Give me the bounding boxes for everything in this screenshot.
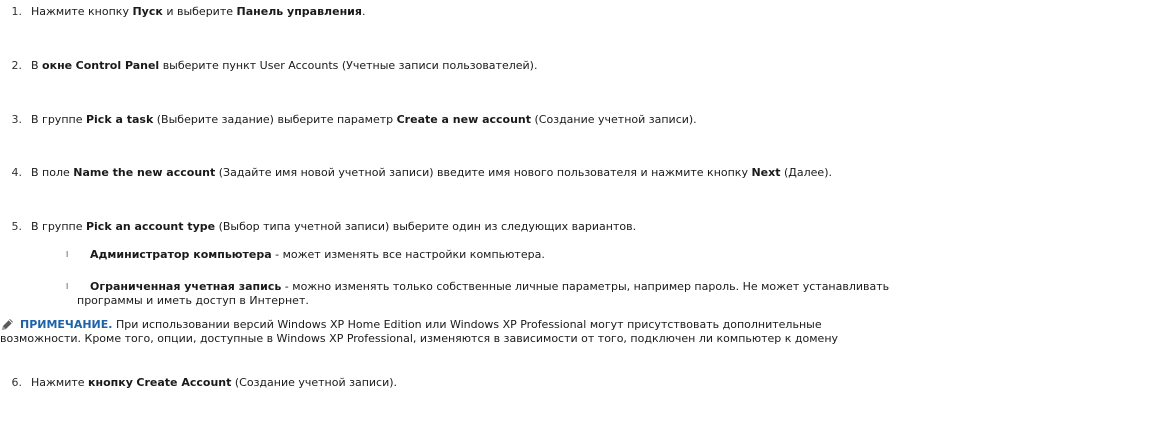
step-text: В группе Pick a task (Выберите задание) … xyxy=(31,113,697,126)
step-number: 2. xyxy=(11,59,23,72)
note-text-line1: ПРИМЕЧАНИЕ. При использовании версий Win… xyxy=(20,318,822,331)
note-label: ПРИМЕЧАНИЕ. xyxy=(20,318,113,331)
step-text: В окне Control Panel выберите пункт User… xyxy=(31,59,538,72)
option-text: Ограниченная учетная запись - можно изме… xyxy=(90,280,890,293)
option-text: Администратор компьютера - может изменят… xyxy=(90,248,545,261)
step-text: Нажмите кнопку Create Account (Создание … xyxy=(31,376,398,389)
instructions-page: { "steps": [ {"num": "1.", "parts": ["На… xyxy=(0,0,1164,444)
note-text-line2: возможности. Кроме того, опции, доступны… xyxy=(0,332,839,345)
step-text: В поле Name the new account (Задайте имя… xyxy=(31,166,832,179)
bullet-marker: l xyxy=(66,250,69,259)
step-number: 5. xyxy=(11,220,23,233)
step-text: В группе Pick an account type (Выбор тип… xyxy=(31,220,637,233)
step-number: 1. xyxy=(11,5,23,18)
bullet-marker: l xyxy=(66,282,69,291)
step-number: 3. xyxy=(11,113,23,126)
step-number: 6. xyxy=(11,376,23,389)
step-text: Нажмите кнопку Пуск и выберите Панель уп… xyxy=(31,5,366,18)
pencil-note-icon xyxy=(0,318,14,332)
step-number: 4. xyxy=(11,166,23,179)
option-text-continuation: программы и иметь доступ в Интернет. xyxy=(77,294,309,307)
